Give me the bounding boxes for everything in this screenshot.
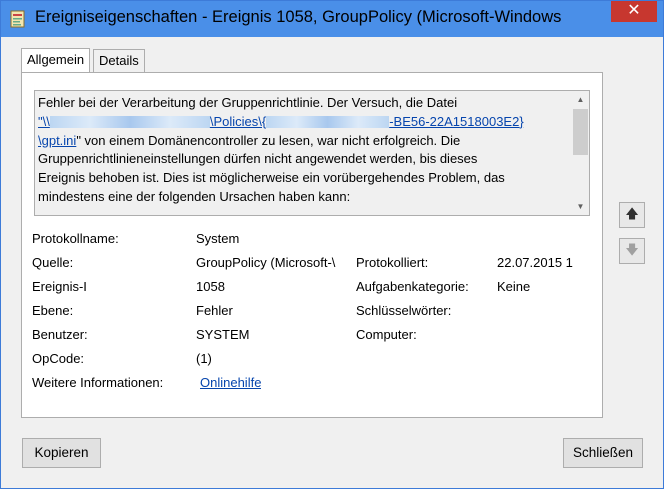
previous-event-button[interactable]: 🡅: [619, 202, 645, 228]
redacted-guid: [266, 116, 390, 129]
protokolliert-value: 22.07.2015 1: [497, 255, 573, 270]
computer-label: Computer:: [356, 327, 417, 342]
ereignis-id-value: 1058: [196, 279, 225, 294]
redacted-server-name: [49, 116, 210, 129]
title-bar[interactable]: Ereigniseigenschaften - Ereignis 1058, G…: [1, 1, 663, 37]
window-title: Ereigniseigenschaften - Ereignis 1058, G…: [35, 8, 562, 26]
quelle-value: GroupPolicy (Microsoft-\: [196, 255, 336, 270]
arrow-down-icon: 🡇: [625, 242, 639, 257]
description-after-link: " von einem Domänencontroller zu lesen, …: [76, 132, 461, 148]
description-line-6: mindestens eine der folgenden Ursachen h…: [38, 188, 351, 204]
event-properties-window: Ereigniseigenschaften - Ereignis 1058, G…: [0, 0, 664, 489]
onlinehilfe-link[interactable]: Onlinehilfe: [200, 375, 261, 390]
benutzer-label: Benutzer:: [32, 327, 88, 342]
ereignis-id-label: Ereignis-I: [32, 279, 87, 294]
scroll-down-arrow-icon[interactable]: ▼: [572, 198, 589, 215]
description-line-5: Ereignis behoben ist. Dies ist möglicher…: [38, 170, 505, 186]
event-properties-icon: [10, 10, 25, 28]
description-line-4: Gruppenrichtlinieneinstellungen dürfen n…: [38, 151, 478, 167]
scroll-thumb[interactable]: [573, 109, 588, 155]
ebene-label: Ebene:: [32, 303, 74, 318]
tab-details[interactable]: Details: [93, 49, 145, 72]
ebene-value: Fehler: [196, 303, 233, 318]
scroll-up-arrow-icon[interactable]: ▲: [572, 91, 589, 108]
description-scrollbar[interactable]: ▲ ▼: [572, 91, 589, 215]
aufgabenkategorie-value: Keine: [497, 279, 531, 294]
protokolliert-label: Protokolliert:: [356, 255, 429, 270]
protokollname-value: System: [196, 231, 240, 246]
opcode-label: OpCode:: [32, 351, 85, 366]
description-line-1: Fehler bei der Verarbeitung der Gruppenr…: [38, 95, 458, 110]
tab-allgemein[interactable]: Allgemein: [21, 48, 91, 73]
close-window-button[interactable]: ✕: [611, 1, 657, 22]
event-description-text: Fehler bei der Verarbeitung der Gruppenr…: [38, 94, 550, 207]
schluesselwoerter-label: Schlüsselwörter:: [356, 303, 452, 318]
protokollname-label: Protokollname:: [32, 231, 119, 246]
arrow-up-icon: 🡅: [625, 206, 639, 221]
copy-button[interactable]: Kopieren: [22, 438, 101, 468]
aufgabenkategorie-label: Aufgabenkategorie:: [356, 279, 469, 294]
next-event-button[interactable]: 🡇: [619, 238, 645, 264]
quelle-label: Quelle:: [32, 255, 74, 270]
opcode-value: (1): [196, 351, 212, 366]
benutzer-value: SYSTEM: [196, 327, 250, 342]
close-button[interactable]: Schließen: [563, 438, 643, 468]
weitere-informationen-label: Weitere Informationen:: [32, 375, 164, 390]
event-description-box[interactable]: Fehler bei der Verarbeitung der Gruppenr…: [34, 90, 590, 216]
close-icon: ✕: [627, 2, 641, 19]
